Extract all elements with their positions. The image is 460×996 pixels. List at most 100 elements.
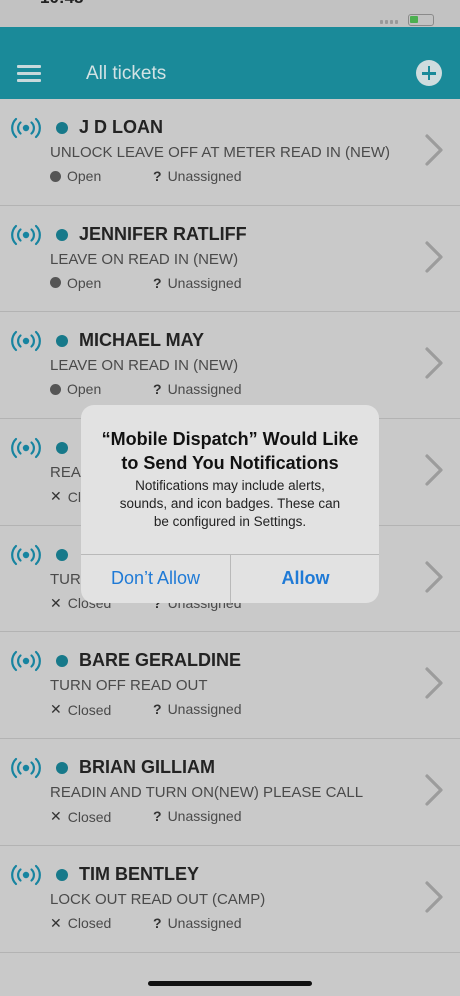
status-dot xyxy=(56,442,68,455)
ticket-name: TIM BENTLEY xyxy=(79,863,199,884)
page-title: All tickets xyxy=(86,63,167,84)
ticket-row[interactable]: JENNIFER RATLIFF LEAVE ON READ IN (NEW) Op… xyxy=(0,205,460,313)
dialog-title-line2: to Send You Notifications xyxy=(121,453,339,473)
open-status-icon xyxy=(50,277,61,289)
broadcast-icon xyxy=(10,864,42,886)
chevron-right-icon[interactable] xyxy=(424,880,444,914)
ticket-status-label: Open xyxy=(67,274,102,291)
open-status-icon xyxy=(50,383,61,395)
status-dot xyxy=(56,122,68,134)
status-dot xyxy=(56,548,68,561)
closed-x-icon: ✕ xyxy=(50,594,62,611)
ticket-status-label: Open xyxy=(67,381,102,398)
broadcast-icon xyxy=(10,544,42,566)
question-icon: ? xyxy=(153,701,162,718)
dialog-message: Notifications may include alerts, sounds… xyxy=(81,477,379,531)
menu-icon[interactable] xyxy=(17,65,41,83)
broadcast-icon xyxy=(10,330,42,352)
dont-allow-button[interactable]: Don’t Allow xyxy=(81,554,230,603)
ticket-name: J D LOAN xyxy=(79,117,164,137)
home-indicator[interactable] xyxy=(148,981,312,986)
chevron-right-icon[interactable] xyxy=(424,453,444,487)
ticket-description: LEAVE ON READ IN (NEW) xyxy=(50,357,239,375)
status-dot xyxy=(56,228,68,241)
ticket-assignee: ? Unassigned xyxy=(153,915,242,931)
ticket-status-label: Closed xyxy=(67,701,112,718)
ticket-row[interactable]: J D LOAN UNLOCK LEAVE OFF AT METER READ I… xyxy=(0,99,460,206)
broadcast-icon xyxy=(10,117,42,139)
ticket-status: Open xyxy=(50,275,101,291)
ticket-status: ✕ Closed xyxy=(50,701,111,718)
status-icons xyxy=(380,14,434,26)
ticket-name: BARE GERALDINE xyxy=(79,650,242,671)
closed-x-icon: ✕ xyxy=(50,701,62,718)
open-status-icon xyxy=(50,170,61,182)
dialog-message-line2: sounds, and icon badges. These can xyxy=(119,496,341,511)
status-dot xyxy=(56,335,68,348)
ticket-status: ✕ Closed xyxy=(50,915,111,932)
chevron-right-icon[interactable] xyxy=(424,560,444,594)
ticket-status-label: Open xyxy=(67,168,102,184)
closed-x-icon: ✕ xyxy=(50,808,62,825)
status-time: 10:48 xyxy=(40,0,83,8)
ticket-assignee-label: Unassigned xyxy=(167,168,242,184)
ticket-name: MICHAEL MAY xyxy=(79,330,205,351)
ticket-description: LOCK OUT READ OUT (CAMP) xyxy=(50,890,266,908)
status-dot xyxy=(56,655,68,668)
chevron-right-icon[interactable] xyxy=(424,666,444,700)
ticket-description: READIN AND TURN ON(NEW) PLEASE CALL xyxy=(50,784,364,802)
battery-icon xyxy=(408,14,434,26)
ticket-row[interactable]: MICHAEL MAY LEAVE ON READ IN (NEW) Open? Un… xyxy=(0,312,460,420)
ticket-assignee-label: Unassigned xyxy=(167,808,242,825)
question-icon: ? xyxy=(153,808,162,825)
question-icon: ? xyxy=(153,914,162,931)
ticket-row[interactable]: BRIAN GILLIAM READIN AND TURN ON(NEW) PLE… xyxy=(0,739,460,846)
ticket-assignee-label: Unassigned xyxy=(167,381,242,398)
ticket-assignee: ? Unassigned xyxy=(153,275,242,291)
broadcast-icon xyxy=(10,437,42,459)
status-dot xyxy=(56,762,68,775)
ticket-assignee: ? Unassigned xyxy=(153,381,242,397)
dialog-title: “Mobile Dispatch” Would Like to Send You… xyxy=(81,427,379,475)
question-icon: ? xyxy=(153,274,162,291)
question-icon: ? xyxy=(153,168,162,184)
dialog-title-line1: “Mobile Dispatch” Would Like xyxy=(101,429,359,449)
ticket-status-label: Closed xyxy=(67,808,112,825)
ticket-name: JENNIFER RATLIFF xyxy=(79,223,247,244)
ticket-assignee: ? Unassigned xyxy=(153,168,242,184)
chevron-right-icon[interactable] xyxy=(424,346,444,380)
broadcast-icon xyxy=(10,650,42,672)
ticket-assignee-label: Unassigned xyxy=(167,914,242,931)
dialog-message-line3: be configured in Settings. xyxy=(153,514,307,529)
closed-x-icon: ✕ xyxy=(50,914,62,931)
ticket-name: BRIAN GILLIAM xyxy=(79,757,215,778)
question-icon: ? xyxy=(153,381,162,398)
ticket-description: LEAVE ON READ IN (NEW) xyxy=(50,250,239,268)
allow-button[interactable]: Allow xyxy=(231,554,379,603)
add-ticket-button[interactable] xyxy=(416,60,442,86)
ticket-assignee: ? Unassigned xyxy=(153,808,242,824)
status-dot xyxy=(56,868,68,881)
ticket-assignee-label: Unassigned xyxy=(167,274,242,291)
ticket-row[interactable]: TIM BENTLEY LOCK OUT READ OUT (CAMP) ✕ Clos… xyxy=(0,845,460,953)
ticket-status: Open xyxy=(50,168,101,184)
signal-icon xyxy=(380,16,400,24)
app-header: All tickets xyxy=(0,27,460,99)
ticket-description: UNLOCK LEAVE OFF AT METER READ IN (NEW) xyxy=(50,144,391,161)
broadcast-icon xyxy=(10,224,42,246)
chevron-right-icon[interactable] xyxy=(424,240,444,274)
chevron-right-icon[interactable] xyxy=(424,133,444,167)
ticket-assignee: ? Unassigned xyxy=(153,701,242,717)
dialog-message-line1: Notifications may include alerts, xyxy=(135,478,325,493)
ticket-assignee-label: Unassigned xyxy=(167,701,242,718)
chevron-right-icon[interactable] xyxy=(424,773,444,807)
notification-permission-dialog: “Mobile Dispatch” Would Like to Send You… xyxy=(81,405,379,603)
ticket-row[interactable]: BARE GERALDINE TURN OFF READ OUT ✕ Closed? U… xyxy=(0,632,460,740)
ticket-status-label: Closed xyxy=(67,915,112,932)
ticket-description: TURN OFF READ OUT xyxy=(50,677,208,695)
ticket-status: ✕ Closed xyxy=(50,808,111,825)
ticket-status: Open xyxy=(50,381,101,397)
closed-x-icon: ✕ xyxy=(50,488,62,505)
ticket-description: TUR xyxy=(50,570,81,588)
status-bar: 10:48 xyxy=(0,0,460,27)
